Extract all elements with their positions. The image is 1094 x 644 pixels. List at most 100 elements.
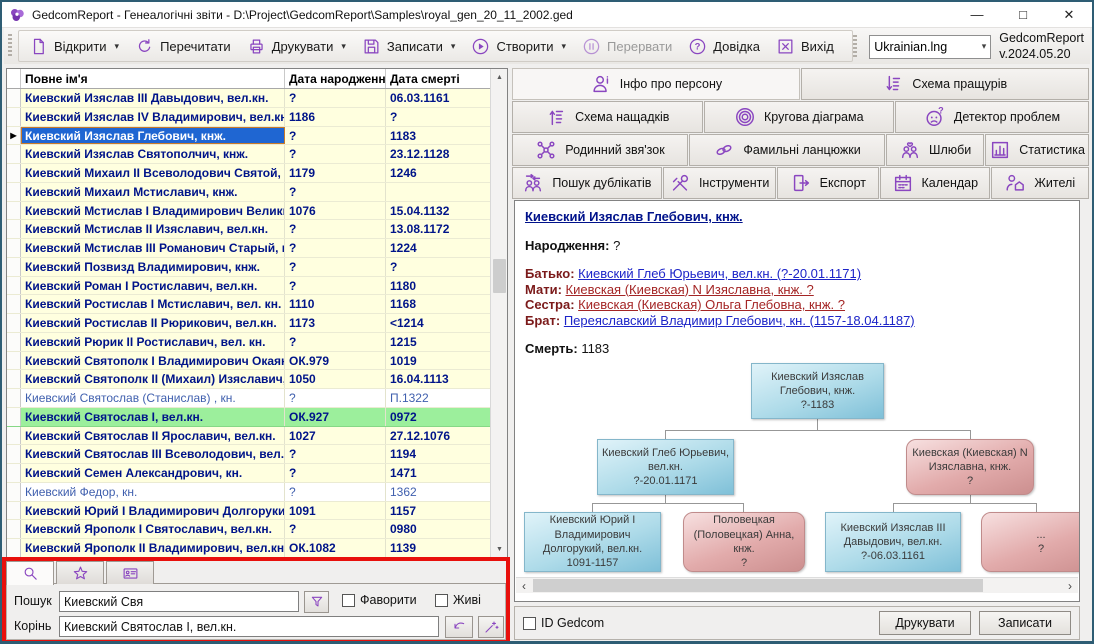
table-row[interactable]: Киевский Святослав III Всеволодович, вел… (7, 445, 507, 464)
tree-node-root[interactable]: Киевский Изяслав Глебович, кнж.?-1183 (751, 363, 884, 419)
search-input[interactable] (59, 591, 299, 612)
table-row[interactable]: Киевский Ростислав II Рюрикович, вел.кн.… (7, 314, 507, 333)
cell-full-name[interactable]: Киевский Роман I Ростиславич, вел.кн. (21, 277, 285, 295)
table-row[interactable]: Киевский Ростислав I Мстиславич, вел. кн… (7, 295, 507, 314)
cell-birth-date[interactable]: ? (285, 145, 386, 163)
cell-full-name[interactable]: Киевский Позвизд Владимирович, кнж. (21, 258, 285, 276)
tab-statistics[interactable]: Статистика (985, 134, 1089, 166)
cell-full-name[interactable]: Киевский Рюрик II Ростиславич, вел. кн. (21, 333, 285, 351)
cell-full-name[interactable]: Киевский Изяслав Святополчич, кнж. (21, 145, 285, 163)
table-row[interactable]: Киевский Роман I Ростиславич, вел.кн.?11… (7, 277, 507, 296)
maximize-button[interactable]: □ (1000, 2, 1046, 27)
tab-calendar[interactable]: Календар (880, 167, 989, 199)
cell-birth-date[interactable]: 1076 (285, 202, 386, 220)
tree-node-paternal-grandmother[interactable]: Половецкая (Половецкая) Анна, кнж.? (683, 512, 805, 572)
close-button[interactable]: ✕ (1046, 2, 1092, 27)
cell-full-name[interactable]: Киевский Михаил II Всеволодович Святой, … (21, 164, 285, 182)
cell-full-name[interactable]: Киевский Юрий I Владимирович Долгорукий, (21, 502, 285, 520)
tree-horizontal-scrollbar[interactable]: ‹ › (516, 577, 1078, 593)
alive-checkbox[interactable]: Живі (435, 593, 481, 607)
cell-full-name[interactable]: Киевский Святополк I Владимирович Окаянн (21, 352, 285, 370)
cell-death-date[interactable]: 13.08.1172 (386, 220, 492, 238)
scroll-down-icon[interactable]: ▼ (491, 541, 508, 558)
table-row[interactable]: Киевский Позвизд Владимирович, кнж.?? (7, 258, 507, 277)
mother-link[interactable]: Киевская (Киевская) N Изяславна, кнж. ? (566, 282, 814, 297)
scrollbar-thumb[interactable] (493, 259, 506, 293)
tab-circle-diagram[interactable]: Кругова діаграма (704, 101, 895, 133)
cell-full-name[interactable]: Киевский Семен Александрович, кн. (21, 464, 285, 482)
toolbar-button-play-circle[interactable]: Створити▾ (463, 33, 574, 60)
minimize-button[interactable]: — (954, 2, 1000, 27)
toolbar-button-help-circle[interactable]: ?Довідка (680, 33, 768, 60)
cell-birth-date[interactable]: ? (285, 183, 386, 201)
cell-full-name[interactable]: Киевский Ярополк I Святославич, вел.кн. (21, 520, 285, 538)
toolbar-button-floppy[interactable]: Записати▾ (354, 33, 464, 60)
cell-death-date[interactable]: ? (386, 258, 492, 276)
table-row[interactable]: Киевский Святослав II Ярославич, вел.кн.… (7, 427, 507, 446)
cell-birth-date[interactable]: 1110 (285, 295, 386, 313)
header-death-date[interactable]: Дата смерті (386, 69, 492, 88)
favorites-checkbox[interactable]: Фаворити (342, 593, 417, 607)
scroll-right-icon[interactable]: › (1062, 578, 1078, 594)
checkbox-box[interactable] (435, 594, 448, 607)
cell-death-date[interactable]: 1224 (386, 239, 492, 257)
cell-death-date[interactable]: 1183 (386, 127, 492, 145)
header-birth-date[interactable]: Дата народження (285, 69, 386, 88)
search-tab-id-card[interactable] (106, 561, 154, 584)
cell-birth-date[interactable]: ОК.927 (285, 408, 386, 426)
cell-full-name[interactable]: Киевский Изяслав Глебович, кнж. (21, 127, 285, 145)
tree-node-mother[interactable]: Киевская (Киевская) N Изяславна, кнж.? (906, 439, 1034, 495)
toolbar-button-printer[interactable]: Друкувати▾ (239, 33, 354, 60)
cell-birth-date[interactable]: 1173 (285, 314, 386, 332)
cell-birth-date[interactable]: ? (285, 277, 386, 295)
cell-full-name[interactable]: Киевский Святослав II Ярославич, вел.кн. (21, 427, 285, 445)
tab-tools[interactable]: Інструменти (663, 167, 776, 199)
cell-birth-date[interactable]: ? (285, 445, 386, 463)
tab-ancestors[interactable]: Схема пращурів (801, 68, 1089, 100)
table-row[interactable]: Киевский Мстислав III Романович Старый, … (7, 239, 507, 258)
cell-death-date[interactable]: 16.04.1113 (386, 370, 492, 388)
cell-death-date[interactable]: 1471 (386, 464, 492, 482)
cell-death-date[interactable]: 1157 (386, 502, 492, 520)
toolbar-button-document[interactable]: Відкрити▾ (21, 33, 127, 60)
tree-node-maternal-grandmother[interactable]: ...? (981, 512, 1080, 572)
chevron-down-icon[interactable]: ▾ (562, 41, 567, 52)
tab-chains[interactable]: Фамильні ланцюжки (689, 134, 885, 166)
cell-full-name[interactable]: Киевский Ярополк II Владимирович, вел.кн… (21, 539, 285, 557)
checkbox-box[interactable] (342, 594, 355, 607)
toolbar-grip-right[interactable] (853, 35, 857, 59)
scroll-up-icon[interactable]: ▲ (491, 69, 508, 86)
cell-birth-date[interactable]: 1050 (285, 370, 386, 388)
cell-birth-date[interactable]: 1091 (285, 502, 386, 520)
cell-full-name[interactable]: Киевский Святополк II (Михаил) Изяславич… (21, 370, 285, 388)
scrollbar-thumb[interactable] (533, 579, 983, 592)
tab-marriages[interactable]: Шлюби (886, 134, 984, 166)
tab-problem-detector[interactable]: ?Детектор проблем (895, 101, 1089, 133)
table-row[interactable]: Киевский Семен Александрович, кн.?1471 (7, 464, 507, 483)
cell-birth-date[interactable]: ? (285, 464, 386, 482)
toolbar-grip[interactable] (8, 34, 12, 58)
cell-full-name[interactable]: Киевский Михаил Мстиславич, кнж. (21, 183, 285, 201)
table-row[interactable]: Киевский Мстислав I Владимирович Великий… (7, 202, 507, 221)
auto-root-button[interactable] (478, 616, 504, 638)
cell-death-date[interactable]: 06.03.1161 (386, 89, 492, 107)
cell-birth-date[interactable]: ? (285, 389, 386, 407)
cell-death-date[interactable]: 1215 (386, 333, 492, 351)
cell-birth-date[interactable]: ? (285, 220, 386, 238)
table-row[interactable]: Киевский Изяслав Святополчич, кнж.?23.12… (7, 145, 507, 164)
tab-export[interactable]: Експорт (777, 167, 880, 199)
cell-birth-date[interactable]: ? (285, 239, 386, 257)
scroll-left-icon[interactable]: ‹ (516, 578, 532, 594)
person-title-link[interactable]: Киевский Изяслав Глебович, кнж. (525, 209, 743, 224)
cell-full-name[interactable]: Киевский Святослав III Всеволодович, вел… (21, 445, 285, 463)
table-row[interactable]: Киевский Ярополк I Святославич, вел.кн.?… (7, 520, 507, 539)
cell-death-date[interactable]: 27.12.1076 (386, 427, 492, 445)
cell-death-date[interactable]: <1214 (386, 314, 492, 332)
table-row[interactable]: Киевский Юрий I Владимирович Долгорукий,… (7, 502, 507, 521)
cell-birth-date[interactable]: ? (285, 127, 386, 145)
tab-descendants[interactable]: Схема нащадків (512, 101, 703, 133)
checkbox-box[interactable] (523, 617, 536, 630)
cell-full-name[interactable]: Киевский Святослав I, вел.кн. (21, 408, 285, 426)
cell-full-name[interactable]: Киевский Изяслав III Давыдович, вел.кн. (21, 89, 285, 107)
search-tab-magnifier[interactable] (6, 561, 54, 585)
